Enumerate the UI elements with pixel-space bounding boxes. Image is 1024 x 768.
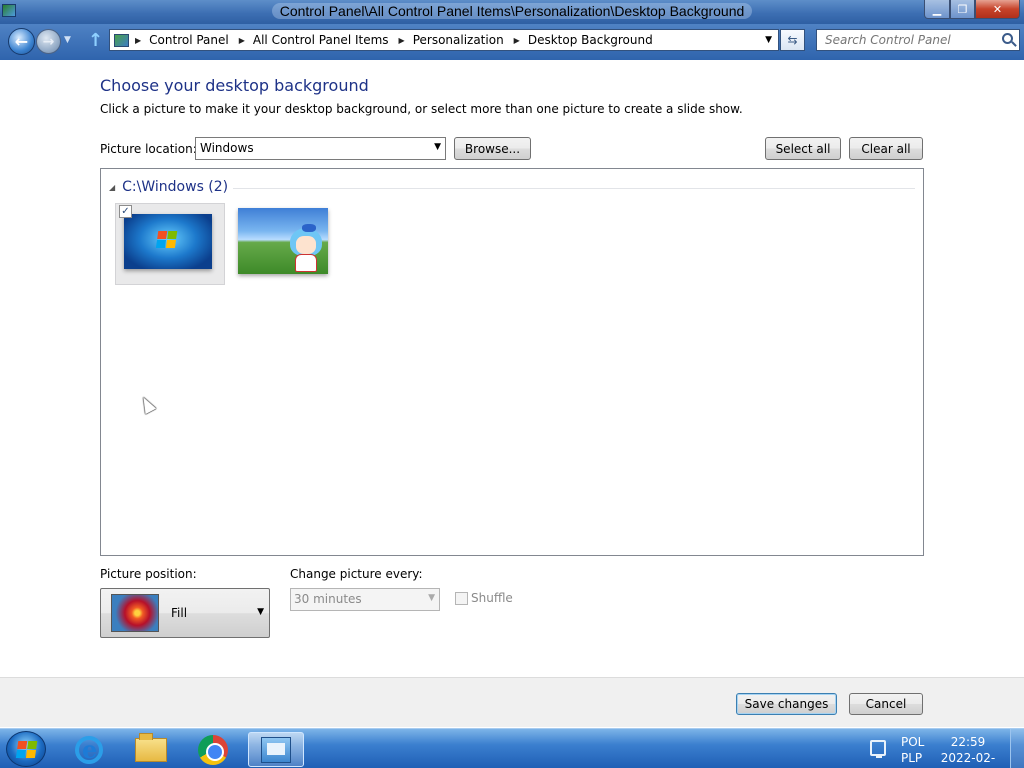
- page-description: Click a picture to make it your desktop …: [100, 102, 743, 116]
- title-bar: Control Panel\All Control Panel Items\Pe…: [0, 0, 1024, 24]
- refresh-button[interactable]: ⇆: [780, 29, 805, 51]
- picture-thumbnail-bliss[interactable]: [233, 203, 343, 285]
- forward-button[interactable]: →: [36, 29, 61, 54]
- save-changes-button[interactable]: Save changes: [736, 693, 837, 715]
- browse-button[interactable]: Browse...: [454, 137, 531, 160]
- picture-position-preview-image: [111, 594, 159, 632]
- breadcrumb-arrow-icon[interactable]: ▶: [399, 36, 405, 45]
- search-input[interactable]: [825, 33, 995, 47]
- bliss-wallpaper-image: [238, 208, 328, 274]
- shuffle-label[interactable]: Shuffle: [471, 591, 513, 605]
- picture-location-label: Picture location:: [100, 142, 197, 156]
- change-picture-select[interactable]: 30 minutes ▼: [290, 588, 440, 611]
- start-button[interactable]: [6, 731, 46, 767]
- breadcrumb-all-items[interactable]: All Control Panel Items: [253, 33, 389, 47]
- keyboard-layout: PLP: [901, 751, 923, 765]
- language-code: POL: [901, 735, 925, 749]
- windows-7-wallpaper-image: [124, 214, 212, 269]
- group-divider: [233, 188, 915, 189]
- picture-location-select[interactable]: Windows ▼: [195, 137, 446, 160]
- chrome-icon: [198, 734, 228, 765]
- minimize-icon: ▁: [932, 2, 942, 16]
- shuffle-checkbox[interactable]: [455, 592, 468, 605]
- breadcrumb-desktop-background[interactable]: Desktop Background: [528, 33, 653, 47]
- network-icon[interactable]: [870, 740, 886, 758]
- clear-all-button[interactable]: Clear all: [849, 137, 923, 160]
- taskbar-google-chrome[interactable]: [186, 732, 240, 767]
- collapse-arrow-icon[interactable]: ◢: [109, 183, 115, 192]
- group-header[interactable]: ◢ C:\Windows (2): [109, 179, 228, 195]
- restore-icon: ❐: [957, 2, 968, 16]
- back-arrow-icon: ←: [14, 32, 29, 51]
- up-arrow-icon: ↑: [88, 30, 104, 51]
- control-panel-icon: [114, 33, 129, 47]
- recent-pages-button[interactable]: ▼: [64, 35, 71, 45]
- picture-position-value: Fill: [171, 606, 188, 620]
- clock[interactable]: 22:59 2022-02-18: [936, 734, 1000, 768]
- picture-checkbox[interactable]: ✓: [119, 205, 132, 218]
- clock-date: 2022-02-18: [940, 751, 996, 768]
- group-title: C:\Windows (2): [122, 179, 229, 195]
- window-title: Control Panel\All Control Panel Items\Pe…: [0, 3, 1024, 19]
- page-title: Choose your desktop background: [100, 76, 369, 95]
- taskbar-internet-explorer[interactable]: [62, 732, 116, 767]
- language-indicator[interactable]: POL PLP: [901, 734, 924, 766]
- minimize-button[interactable]: ▁: [924, 0, 950, 19]
- breadcrumb-control-panel[interactable]: Control Panel: [149, 33, 229, 47]
- show-desktop-button[interactable]: [1010, 729, 1024, 768]
- maximize-button[interactable]: ❐: [950, 0, 975, 19]
- cirno-character-image: [288, 224, 324, 272]
- chevron-down-icon: ▼: [257, 607, 264, 617]
- select-all-button[interactable]: Select all: [765, 137, 841, 160]
- main-content: Choose your desktop background Click a p…: [0, 60, 1024, 677]
- search-icon[interactable]: [1002, 33, 1013, 44]
- chevron-down-icon: ▼: [434, 142, 441, 152]
- taskbar: POL PLP 22:59 2022-02-18: [0, 728, 1024, 768]
- picture-position-label: Picture position:: [100, 567, 197, 581]
- control-panel-icon: [261, 736, 291, 763]
- windows-logo-icon: [15, 741, 39, 759]
- address-bar[interactable]: ▶ Control Panel ▶ All Control Panel Item…: [109, 29, 779, 51]
- breadcrumb-arrow-icon[interactable]: ▶: [135, 36, 141, 45]
- taskbar-control-panel[interactable]: [248, 732, 304, 767]
- address-dropdown-icon[interactable]: ▼: [765, 35, 772, 45]
- chevron-down-icon: ▼: [64, 35, 71, 45]
- windows-logo-icon: [155, 231, 179, 249]
- picture-thumbnail-windows[interactable]: ✓: [115, 203, 225, 285]
- cancel-button[interactable]: Cancel: [849, 693, 923, 715]
- change-picture-value: 30 minutes: [294, 592, 362, 606]
- change-picture-label: Change picture every:: [290, 567, 423, 581]
- picture-gallery[interactable]: ◢ C:\Windows (2) ✓: [100, 168, 924, 556]
- close-button[interactable]: ✕: [975, 0, 1020, 19]
- internet-explorer-icon: [75, 735, 103, 764]
- breadcrumb-personalization[interactable]: Personalization: [413, 33, 504, 47]
- back-button[interactable]: ←: [8, 28, 35, 55]
- search-box[interactable]: [816, 29, 1020, 51]
- chevron-down-icon: ▼: [428, 593, 435, 603]
- picture-position-select[interactable]: Fill ▼: [100, 588, 270, 638]
- navigation-bar: ← → ▼ ↑ ▶ Control Panel ▶ All Control Pa…: [0, 24, 1024, 60]
- breadcrumb-arrow-icon[interactable]: ▶: [239, 36, 245, 45]
- up-button[interactable]: ↑: [88, 30, 103, 51]
- footer-bar: Save changes Cancel: [0, 677, 1024, 727]
- folder-icon: [135, 732, 167, 762]
- close-icon: ✕: [992, 2, 1003, 16]
- refresh-icon: ⇆: [787, 33, 798, 47]
- picture-location-value: Windows: [200, 141, 254, 155]
- taskbar-windows-explorer[interactable]: [124, 732, 178, 767]
- breadcrumb-arrow-icon[interactable]: ▶: [514, 36, 520, 45]
- clock-time: 22:59: [950, 735, 986, 749]
- forward-arrow-icon: →: [42, 33, 55, 50]
